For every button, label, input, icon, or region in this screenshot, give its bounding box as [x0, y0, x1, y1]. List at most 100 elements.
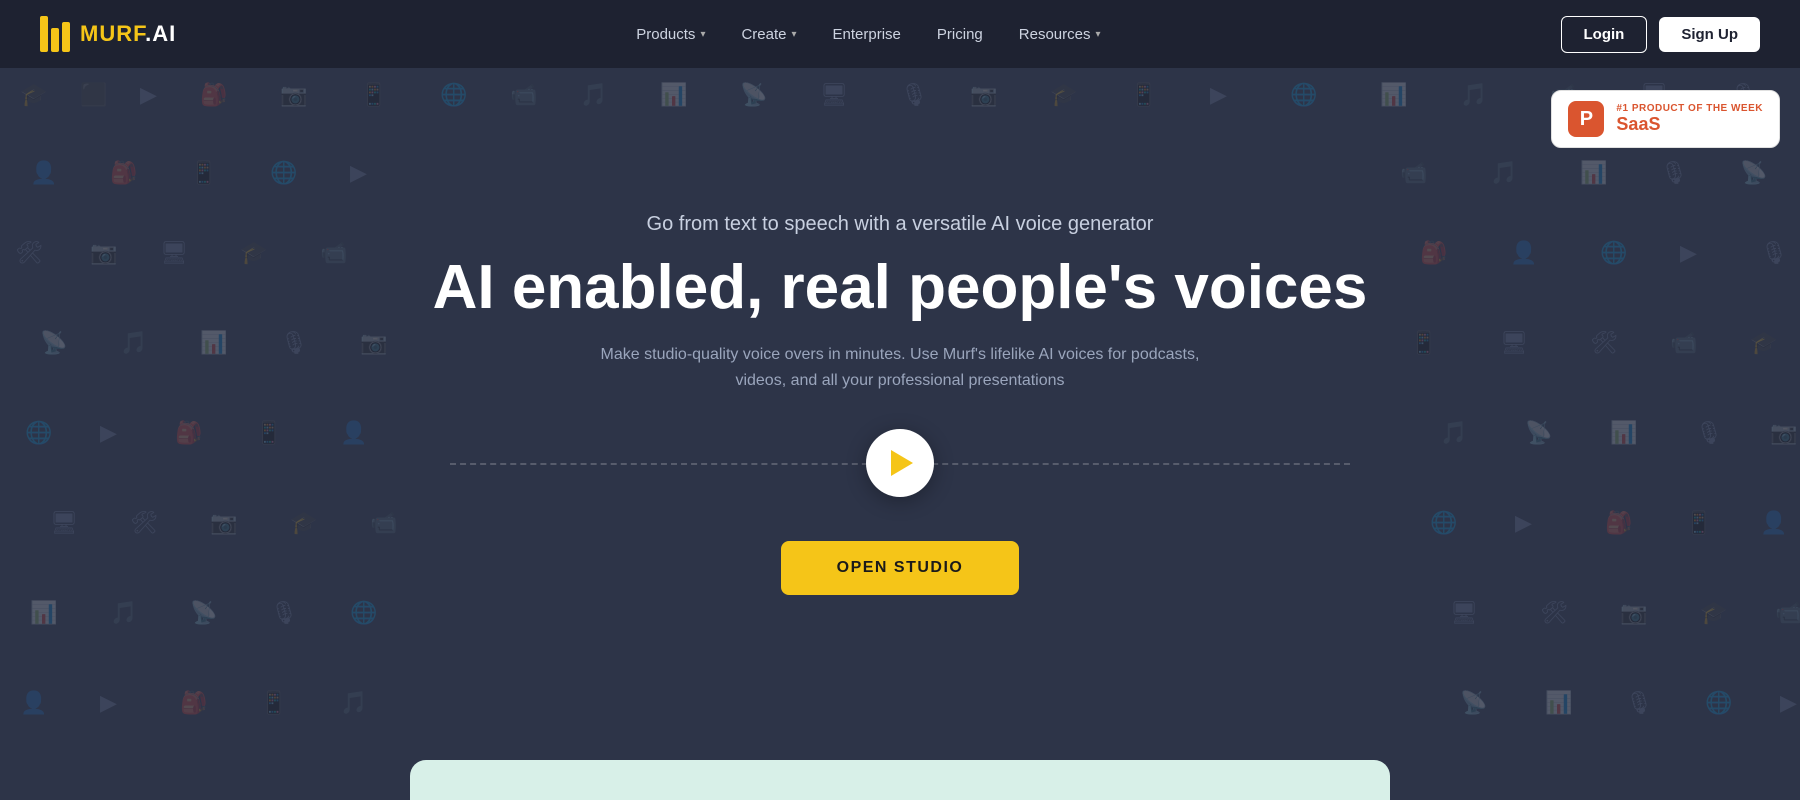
- bg-icon: 📷: [90, 240, 117, 266]
- bg-icon: ▶: [1210, 82, 1227, 108]
- logo-text: MURF.AI: [80, 21, 176, 47]
- bg-icon: 👤: [340, 420, 367, 446]
- product-hunt-product: SaaS: [1616, 114, 1763, 135]
- bg-icon: 📹: [1775, 600, 1800, 626]
- logo-murf: MURF: [80, 21, 145, 46]
- bg-icon: 📡: [1525, 420, 1552, 446]
- bg-icon: 📷: [280, 82, 307, 108]
- bg-icon: 👤: [1510, 240, 1537, 266]
- hero-section: 🎓 ⬛ ▶ 🎒 📷 📱 🌐 📹 🎵 📊 📡 🖥 🎙 📷 🎓 📱 ▶ 🌐 📊 🎵 …: [0, 0, 1800, 800]
- bg-icon: 🌐: [1430, 510, 1457, 536]
- bg-icon: 📷: [360, 330, 387, 356]
- play-button[interactable]: [866, 429, 934, 497]
- hero-content: Go from text to speech with a versatile …: [433, 213, 1368, 595]
- bg-icon: ▶: [100, 420, 117, 446]
- play-section: [450, 429, 1350, 497]
- bg-icon: 👤: [20, 690, 47, 716]
- login-button[interactable]: Login: [1561, 16, 1648, 53]
- bg-icon: ▶: [100, 690, 117, 716]
- nav-resources-label: Resources: [1019, 26, 1091, 43]
- play-icon: [891, 450, 913, 476]
- nav-create-label: Create: [741, 26, 786, 43]
- bg-icon: 📊: [30, 600, 57, 626]
- product-hunt-label: #1 PRODUCT OF THE WEEK: [1616, 103, 1763, 114]
- bg-icon: 📷: [1770, 420, 1797, 446]
- logo-bar-1: [40, 16, 48, 52]
- bg-icon: 🖥: [50, 510, 78, 536]
- bg-icon: 🎙: [900, 82, 928, 108]
- bg-icon: 🎒: [1605, 510, 1632, 536]
- bg-icon: 📱: [360, 82, 387, 108]
- bg-icon: 🎙: [1660, 160, 1688, 186]
- bg-icon: 📡: [740, 82, 767, 108]
- hero-subtitle: Go from text to speech with a versatile …: [647, 213, 1154, 236]
- bg-icon: 📱: [260, 690, 287, 716]
- bg-icon: 🛠: [1590, 330, 1618, 356]
- logo-area: MURF.AI: [40, 16, 176, 52]
- nav-products-label: Products: [636, 26, 695, 43]
- product-hunt-badge[interactable]: P #1 PRODUCT OF THE WEEK SaaS: [1551, 90, 1780, 148]
- bg-icon: 📡: [40, 330, 67, 356]
- bg-icon: 🎵: [1440, 420, 1467, 446]
- bg-icon: 🖥: [160, 240, 188, 266]
- bg-icon: 🌐: [270, 160, 297, 186]
- bg-icon: 📊: [1610, 420, 1637, 446]
- bg-icon: 📱: [190, 160, 217, 186]
- bg-icon: 📊: [1380, 82, 1407, 108]
- bg-icon: 🎓: [1700, 600, 1727, 626]
- bg-icon: ⬛: [80, 82, 107, 108]
- bg-icon: ▶: [1680, 240, 1697, 266]
- bg-icon: 🎒: [110, 160, 137, 186]
- hero-title: AI enabled, real people's voices: [433, 254, 1368, 322]
- bg-icon: 🛠: [130, 510, 158, 536]
- bg-icon: 📡: [1460, 690, 1487, 716]
- bg-icon: 🎒: [200, 82, 227, 108]
- bg-icon: ▶: [1515, 510, 1532, 536]
- bg-icon: 🌐: [1600, 240, 1627, 266]
- bg-icon: 📹: [320, 240, 347, 266]
- nav-enterprise[interactable]: Enterprise: [819, 18, 915, 51]
- nav-enterprise-label: Enterprise: [833, 26, 901, 43]
- logo-bar-3: [62, 22, 70, 52]
- bg-icon: 👤: [1760, 510, 1787, 536]
- bg-icon: 📱: [255, 420, 282, 446]
- bg-icon: ▶: [350, 160, 367, 186]
- bg-icon: 📷: [970, 82, 997, 108]
- bg-icon: 🛠: [15, 240, 43, 266]
- bg-icon: 🎙: [270, 600, 298, 626]
- logo-bar-2: [51, 28, 59, 52]
- logo-ai: .AI: [145, 21, 176, 46]
- bg-icon: 📡: [190, 600, 217, 626]
- signup-button[interactable]: Sign Up: [1659, 17, 1760, 52]
- bg-icon: 🖥: [820, 82, 848, 108]
- bottom-section-hint: [410, 760, 1390, 800]
- bg-icon: 🎓: [240, 240, 267, 266]
- nav-create[interactable]: Create ▾: [727, 18, 810, 51]
- bg-icon: 👤: [30, 160, 57, 186]
- bg-icon: 🎓: [20, 82, 47, 108]
- bg-icon: 📷: [210, 510, 237, 536]
- bg-icon: 🎵: [120, 330, 147, 356]
- bg-icon: 🖥: [1450, 600, 1478, 626]
- bg-icon: 🎵: [340, 690, 367, 716]
- bg-icon: 📱: [1685, 510, 1712, 536]
- bg-icon: 🎙: [1760, 240, 1788, 266]
- bg-icon: 🎙: [1625, 690, 1653, 716]
- bg-icon: 🌐: [350, 600, 377, 626]
- bg-icon: 🎓: [290, 510, 317, 536]
- nav-pricing[interactable]: Pricing: [923, 18, 997, 51]
- bg-icon: 📱: [1130, 82, 1157, 108]
- bg-icon: 🎵: [580, 82, 607, 108]
- bg-icon: 📹: [510, 82, 537, 108]
- bg-icon: 📊: [1545, 690, 1572, 716]
- bg-icon: 🛠: [1540, 600, 1568, 626]
- nav-products[interactable]: Products ▾: [622, 18, 719, 51]
- nav-resources[interactable]: Resources ▾: [1005, 18, 1115, 51]
- navbar-actions: Login Sign Up: [1561, 16, 1761, 53]
- bg-icon: ▶: [140, 82, 157, 108]
- open-studio-button[interactable]: OPEN STUDIO: [781, 541, 1020, 595]
- bg-icon: 🌐: [1290, 82, 1317, 108]
- bg-icon: 🎓: [1050, 82, 1077, 108]
- bg-icon: 📱: [1410, 330, 1437, 356]
- navbar: MURF.AI Products ▾ Create ▾ Enterprise P…: [0, 0, 1800, 68]
